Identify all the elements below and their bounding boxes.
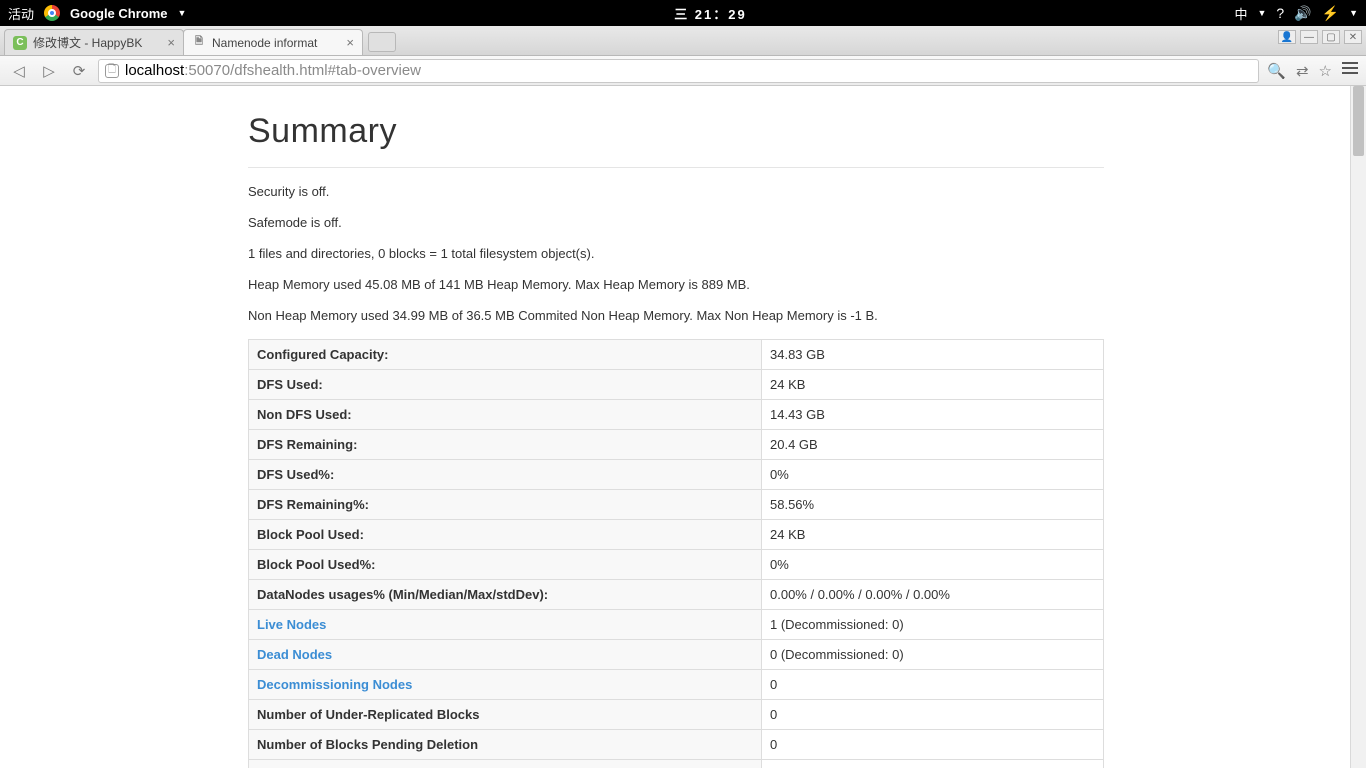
back-button[interactable]: ◁ bbox=[8, 60, 30, 82]
active-app-name[interactable]: Google Chrome bbox=[70, 6, 168, 21]
help-icon[interactable]: ? bbox=[1276, 5, 1284, 21]
summary-table: Configured Capacity:34.83 GBDFS Used:24 … bbox=[248, 339, 1104, 768]
system-bar: 活动 Google Chrome ▼ 三 21：29 中 ▼ ? 🔊 ⚡ ▼ bbox=[0, 0, 1366, 26]
close-tab-icon[interactable]: × bbox=[346, 35, 354, 50]
table-row: DFS Used:24 KB bbox=[249, 370, 1104, 400]
favicon-file-icon: 🗎 bbox=[192, 36, 206, 50]
table-label: DFS Remaining: bbox=[249, 430, 762, 460]
safemode-status: Safemode is off. bbox=[248, 215, 1104, 230]
table-label: Block Pool Used: bbox=[249, 520, 762, 550]
favicon-icon: C bbox=[13, 36, 27, 50]
scrollbar-thumb[interactable] bbox=[1353, 86, 1364, 156]
page-heading: Summary bbox=[248, 112, 1104, 151]
table-label: Configured Capacity: bbox=[249, 340, 762, 370]
app-menu-caret-icon[interactable]: ▼ bbox=[178, 8, 187, 18]
table-row: Decommissioning Nodes 0 bbox=[249, 670, 1104, 700]
reload-button[interactable]: ⟳ bbox=[68, 60, 90, 82]
filesystem-summary: 1 files and directories, 0 blocks = 1 to… bbox=[248, 246, 1104, 261]
node-link[interactable]: Dead Nodes bbox=[257, 647, 332, 662]
table-value: 0 bbox=[762, 670, 1104, 700]
table-value: 1 (Decommissioned: 0) bbox=[762, 610, 1104, 640]
translate-icon[interactable]: ⇄ bbox=[1296, 62, 1309, 80]
table-value: 34.83 GB bbox=[762, 340, 1104, 370]
table-row: DataNodes usages% (Min/Median/Max/stdDev… bbox=[249, 580, 1104, 610]
browser-toolbar: ◁ ▷ ⟳ 🗋 localhost:50070/dfshealth.html#t… bbox=[0, 56, 1366, 86]
table-value: 2015/4/1 下午9:13:53 bbox=[762, 760, 1104, 768]
system-menu-caret-icon[interactable]: ▼ bbox=[1349, 8, 1358, 18]
table-label: Block Pool Used%: bbox=[249, 550, 762, 580]
table-label: Number of Blocks Pending Deletion bbox=[249, 730, 762, 760]
table-label: DFS Used%: bbox=[249, 460, 762, 490]
maximize-button[interactable]: ▢ bbox=[1322, 30, 1340, 44]
table-value: 24 KB bbox=[762, 520, 1104, 550]
table-label: Block Deletion Start Time bbox=[249, 760, 762, 768]
table-label: DataNodes usages% (Min/Median/Max/stdDev… bbox=[249, 580, 762, 610]
table-value: 58.56% bbox=[762, 490, 1104, 520]
table-row: Live Nodes 1 (Decommissioned: 0) bbox=[249, 610, 1104, 640]
forward-button[interactable]: ▷ bbox=[38, 60, 60, 82]
user-icon[interactable]: 👤 bbox=[1278, 30, 1296, 44]
table-row: Non DFS Used:14.43 GB bbox=[249, 400, 1104, 430]
zoom-icon[interactable]: 🔍 bbox=[1267, 62, 1286, 80]
bookmark-star-icon[interactable]: ☆ bbox=[1319, 62, 1332, 80]
table-label: DFS Used: bbox=[249, 370, 762, 400]
table-value: 24 KB bbox=[762, 370, 1104, 400]
system-clock[interactable]: 三 21：29 bbox=[674, 4, 747, 23]
activities-label[interactable]: 活动 bbox=[8, 4, 34, 23]
url-host: localhost bbox=[125, 62, 184, 79]
url-path: :50070/dfshealth.html#tab-overview bbox=[184, 62, 421, 79]
table-label[interactable]: Decommissioning Nodes bbox=[249, 670, 762, 700]
table-row: Configured Capacity:34.83 GB bbox=[249, 340, 1104, 370]
chrome-icon bbox=[44, 5, 60, 21]
table-row: Block Pool Used:24 KB bbox=[249, 520, 1104, 550]
table-label[interactable]: Live Nodes bbox=[249, 610, 762, 640]
security-status: Security is off. bbox=[248, 184, 1104, 199]
table-value: 0% bbox=[762, 460, 1104, 490]
browser-tab-active[interactable]: 🗎 Namenode informat × bbox=[183, 29, 363, 55]
table-row: Block Pool Used%:0% bbox=[249, 550, 1104, 580]
new-tab-button[interactable] bbox=[368, 32, 396, 52]
divider bbox=[248, 167, 1104, 168]
table-value: 0% bbox=[762, 550, 1104, 580]
table-row: Block Deletion Start Time2015/4/1 下午9:13… bbox=[249, 760, 1104, 768]
close-tab-icon[interactable]: × bbox=[167, 35, 175, 50]
table-row: Number of Under-Replicated Blocks0 bbox=[249, 700, 1104, 730]
node-link[interactable]: Decommissioning Nodes bbox=[257, 677, 412, 692]
table-row: DFS Remaining%:58.56% bbox=[249, 490, 1104, 520]
table-value: 0.00% / 0.00% / 0.00% / 0.00% bbox=[762, 580, 1104, 610]
tab-title: 修改博文 - HappyBK bbox=[33, 34, 161, 51]
table-value: 0 (Decommissioned: 0) bbox=[762, 640, 1104, 670]
tab-title: Namenode informat bbox=[212, 36, 340, 50]
table-label: DFS Remaining%: bbox=[249, 490, 762, 520]
window-controls: 👤 — ▢ ✕ bbox=[1278, 30, 1362, 44]
table-label: Number of Under-Replicated Blocks bbox=[249, 700, 762, 730]
tab-strip: C 修改博文 - HappyBK × 🗎 Namenode informat ×… bbox=[0, 26, 1366, 56]
table-value: 20.4 GB bbox=[762, 430, 1104, 460]
table-value: 0 bbox=[762, 700, 1104, 730]
node-link[interactable]: Live Nodes bbox=[257, 617, 326, 632]
sound-icon[interactable]: 🔊 bbox=[1294, 5, 1311, 22]
table-label: Non DFS Used: bbox=[249, 400, 762, 430]
browser-tab[interactable]: C 修改博文 - HappyBK × bbox=[4, 29, 184, 55]
table-row: Number of Blocks Pending Deletion0 bbox=[249, 730, 1104, 760]
battery-icon[interactable]: ⚡ bbox=[1322, 5, 1339, 22]
table-value: 14.43 GB bbox=[762, 400, 1104, 430]
menu-button[interactable] bbox=[1342, 62, 1358, 80]
table-row: Dead Nodes 0 (Decommissioned: 0) bbox=[249, 640, 1104, 670]
ime-caret-icon[interactable]: ▼ bbox=[1257, 8, 1266, 18]
page-viewport: Summary Security is off. Safemode is off… bbox=[0, 86, 1366, 768]
address-bar[interactable]: 🗋 localhost:50070/dfshealth.html#tab-ove… bbox=[98, 59, 1259, 83]
table-value: 0 bbox=[762, 730, 1104, 760]
scrollbar-track[interactable] bbox=[1350, 86, 1366, 768]
ime-indicator[interactable]: 中 bbox=[1234, 4, 1247, 23]
minimize-button[interactable]: — bbox=[1300, 30, 1318, 44]
close-window-button[interactable]: ✕ bbox=[1344, 30, 1362, 44]
table-row: DFS Used%:0% bbox=[249, 460, 1104, 490]
site-info-icon[interactable]: 🗋 bbox=[105, 64, 119, 78]
heap-memory-summary: Heap Memory used 45.08 MB of 141 MB Heap… bbox=[248, 277, 1104, 292]
table-row: DFS Remaining:20.4 GB bbox=[249, 430, 1104, 460]
nonheap-memory-summary: Non Heap Memory used 34.99 MB of 36.5 MB… bbox=[248, 308, 1104, 323]
table-label[interactable]: Dead Nodes bbox=[249, 640, 762, 670]
